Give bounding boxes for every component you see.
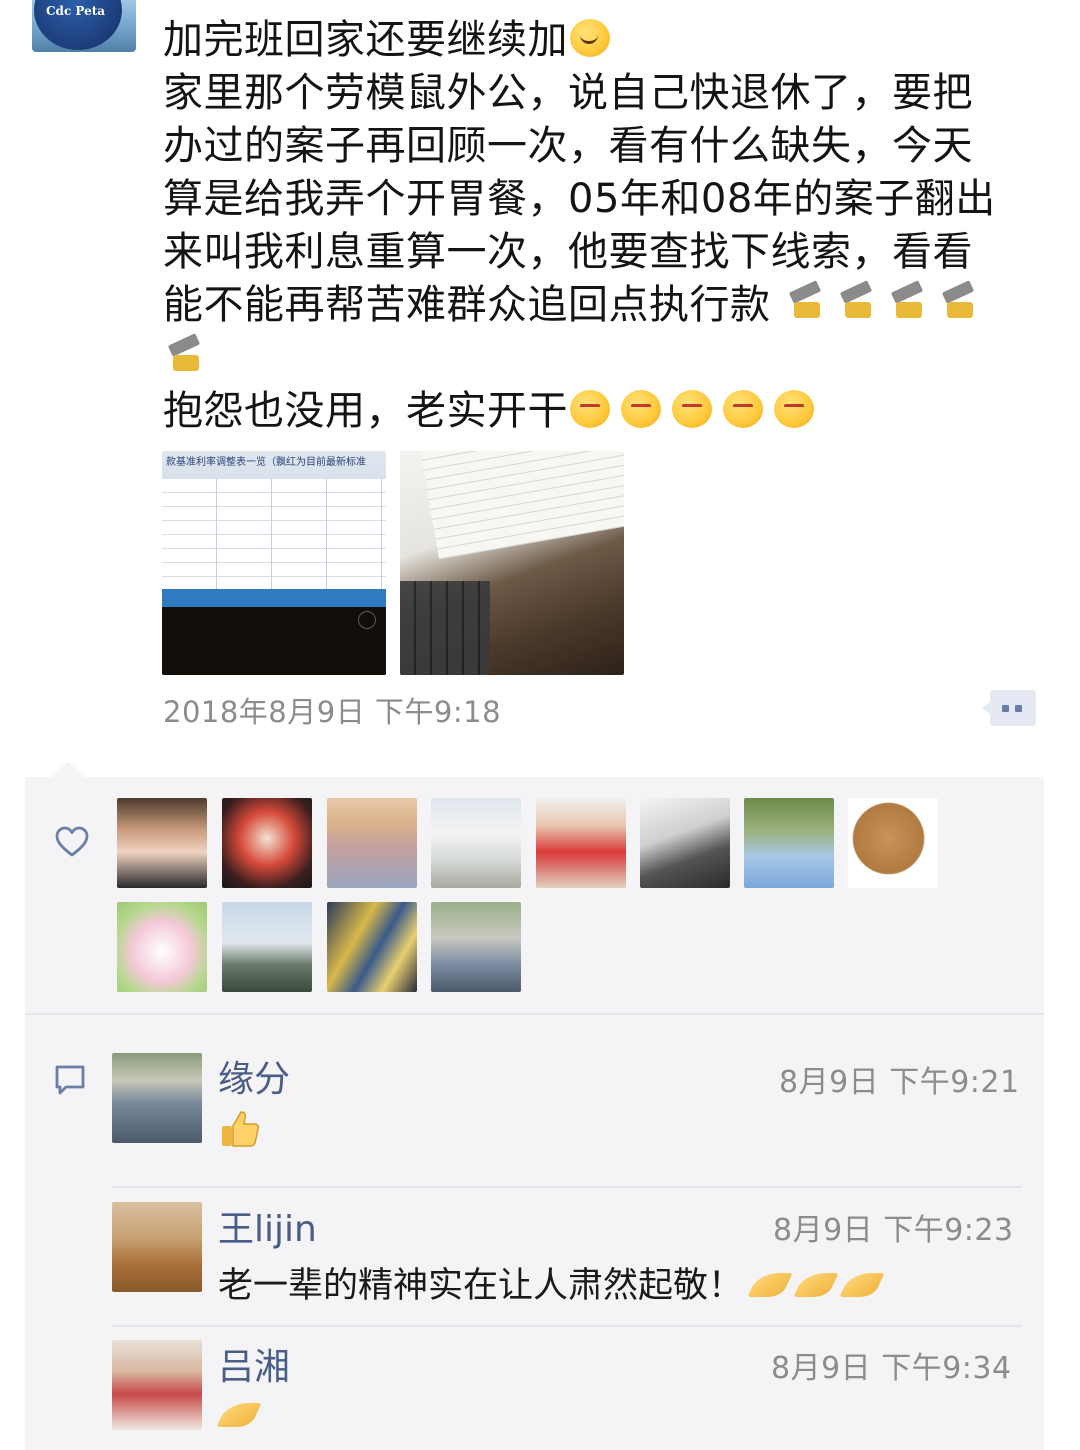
comment-author[interactable]: 缘分 — [218, 1050, 290, 1102]
image-paper-sheet — [420, 451, 624, 560]
like-avatar[interactable] — [117, 902, 207, 992]
like-avatar[interactable] — [222, 902, 312, 992]
like-avatar[interactable] — [327, 902, 417, 992]
image-laptop-bezel — [162, 607, 386, 675]
comment-divider — [112, 1186, 1022, 1188]
comment-icon — [55, 1065, 85, 1095]
post-text: 加完班回家还要继续加 家里那个劳模鼠外公，说自己快退休了，要把 办过的案子再回顾… — [163, 14, 1063, 438]
like-avatar[interactable] — [222, 798, 312, 888]
salute-palm-emoji-icon — [749, 1265, 789, 1301]
hammer-emoji-icon — [163, 335, 207, 377]
hammer-emoji-icon — [784, 282, 828, 324]
image-keyboard — [400, 581, 490, 675]
like-avatar[interactable] — [640, 798, 730, 888]
heart-icon — [55, 826, 89, 857]
more-button-tail — [982, 702, 990, 714]
post-line-4: 算是给我弄个开胃餐，05年和08年的案子翻出 — [163, 176, 996, 222]
comment-time: 8月9日 下午9:21 — [779, 1065, 1020, 1100]
angry-face-emoji-icon — [670, 388, 714, 430]
like-avatar[interactable] — [431, 902, 521, 992]
comment-divider — [112, 1325, 1022, 1327]
hammer-emoji-icon — [886, 282, 930, 324]
post-line-2: 家里那个劳模鼠外公，说自己快退休了，要把 — [163, 70, 973, 116]
hammer-emoji-icon — [937, 282, 981, 324]
comment-author[interactable]: 王lijin — [218, 1200, 317, 1252]
angry-face-emoji-icon — [619, 388, 663, 430]
image-table-header: 款基准利率调整表一览（飘红为目前最新标准 — [166, 457, 366, 468]
angry-face-emoji-icon — [772, 388, 816, 430]
image-hp-logo — [358, 611, 376, 629]
post-image-papers[interactable] — [400, 451, 624, 675]
salute-palm-emoji-icon — [218, 1395, 258, 1431]
avatar-logo: Cdc Peta — [46, 4, 106, 18]
comment-avatar[interactable] — [112, 1053, 202, 1143]
post-line-8: 抱怨也没用，老实开干 — [163, 385, 1063, 438]
panel-caret — [52, 761, 84, 777]
more-options-button[interactable] — [982, 690, 1036, 726]
comment-avatar[interactable] — [112, 1202, 202, 1292]
post-image-rate-table[interactable]: 款基准利率调整表一览（飘红为目前最新标准 — [162, 451, 386, 675]
like-avatar[interactable] — [744, 798, 834, 888]
comment-time: 8月9日 下午9:23 — [773, 1213, 1014, 1248]
post-line-1: 加完班回家还要继续加 — [163, 14, 1063, 67]
salute-palm-emoji-icon — [841, 1265, 881, 1301]
like-avatar[interactable] — [536, 798, 626, 888]
poster-avatar[interactable]: Cdc Peta — [32, 0, 136, 52]
post-line-3: 办过的案子再回顾一次，看有什么缺失，今天 — [163, 123, 973, 169]
image-table-columns — [162, 479, 386, 589]
comment-avatar[interactable] — [112, 1340, 202, 1430]
angry-face-emoji-icon — [568, 388, 612, 430]
like-avatar[interactable] — [848, 798, 938, 888]
salute-palm-emoji-icon — [795, 1265, 835, 1301]
thumbs-up-emoji-icon — [222, 1111, 260, 1147]
like-avatar[interactable] — [117, 798, 207, 888]
post-line-6: 能不能再帮苦难群众追回点执行款 — [163, 279, 1063, 332]
like-avatar[interactable] — [327, 798, 417, 888]
image-taskbar — [162, 589, 386, 607]
comment-text: 老一辈的精神实在让人肃然起敬！ — [218, 1257, 881, 1308]
like-avatar[interactable] — [431, 798, 521, 888]
comment-author[interactable]: 吕湘 — [218, 1338, 290, 1390]
comment-time: 8月9日 下午9:34 — [771, 1351, 1012, 1386]
hammer-emoji-icon — [835, 282, 879, 324]
post-timestamp: 2018年8月9日 下午9:18 — [163, 695, 502, 729]
likes-divider — [25, 1013, 1044, 1015]
angry-face-emoji-icon — [721, 388, 765, 430]
post-line-5: 来叫我利息重算一次，他要查找下线索，看看 — [163, 229, 973, 275]
comment-text — [212, 1395, 258, 1436]
smirk-wink-emoji-icon — [568, 17, 612, 59]
post-line-7 — [163, 332, 1063, 385]
